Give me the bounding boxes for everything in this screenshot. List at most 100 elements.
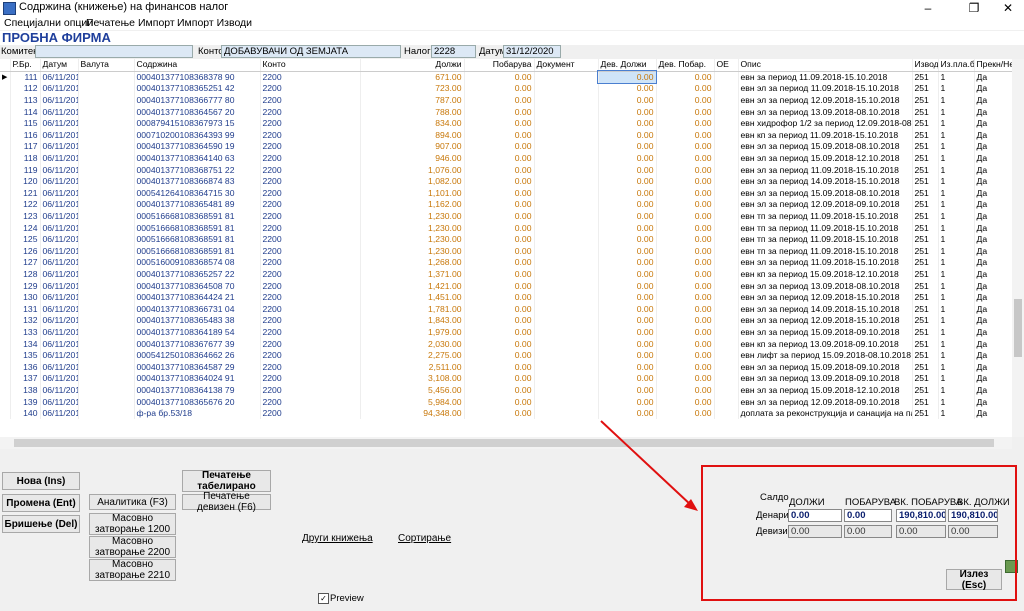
table-cell[interactable]	[714, 384, 739, 397]
table-row[interactable]: 12406/11/2018 000516668108368591 8122001,…	[0, 222, 1012, 234]
table-cell[interactable]	[534, 257, 599, 269]
table-cell[interactable]: евн эл за период 13.09.2018-09.10.2018	[738, 373, 913, 385]
table-cell[interactable]: 3,108.00	[360, 373, 465, 385]
table-cell[interactable]: 0.00	[464, 233, 535, 246]
table-cell[interactable]: 0.00	[598, 384, 657, 397]
konto-field[interactable]: ДОБАВУВАЧИ ОД ЗЕМЈАТА	[221, 45, 401, 58]
table-cell[interactable]: 1,101.00	[360, 187, 465, 200]
table-cell[interactable]: 1	[938, 199, 975, 211]
table-cell[interactable]: Да	[974, 349, 1012, 362]
komitent-field[interactable]	[35, 45, 193, 58]
sorting-link[interactable]: Сортирање	[398, 533, 451, 544]
table-cell[interactable]: 671.00	[360, 71, 465, 84]
table-cell[interactable]: 0.00	[656, 245, 715, 258]
table-cell[interactable]: 2200	[260, 106, 361, 118]
table-cell[interactable]: евн эл за период 11.09.2018-15.10.2018	[738, 257, 913, 269]
table-cell[interactable]	[534, 407, 599, 420]
table-cell[interactable]	[714, 152, 739, 165]
table-cell[interactable]	[534, 117, 599, 130]
table-cell[interactable]: Да	[974, 396, 1012, 408]
table-cell[interactable]: 251	[912, 210, 939, 223]
mass-close-2200-button[interactable]: Масовно затворање 2200	[89, 536, 176, 558]
table-cell[interactable]: евн тп за период 11.09.2018-15.10.2018	[738, 233, 913, 246]
table-cell[interactable]: 0.00	[464, 291, 535, 304]
table-cell[interactable]: 251	[912, 326, 939, 339]
table-cell[interactable]: 1,230.00	[360, 210, 465, 223]
table-cell[interactable]: евн тп за период 11.09.2018-15.10.2018	[738, 210, 913, 223]
table-cell[interactable]: 0.00	[464, 94, 535, 107]
table-cell[interactable]: евн эл за период 13.09.2018-08.10.2018	[738, 106, 913, 118]
table-cell[interactable]: 0.00	[656, 303, 715, 316]
table-cell[interactable]: 0.00	[656, 71, 715, 84]
table-cell[interactable]: 0.00	[464, 303, 535, 316]
col-header[interactable]: Дев. Должи	[598, 59, 657, 72]
table-cell[interactable]: 0.00	[598, 349, 657, 362]
edit-button[interactable]: Промена (Ent)	[2, 494, 80, 512]
table-cell[interactable]	[714, 373, 739, 385]
table-cell[interactable]: 06/11/2018	[40, 152, 79, 165]
table-cell[interactable]: 121	[10, 187, 41, 200]
table-cell[interactable]: 0.00	[598, 291, 657, 304]
table-cell[interactable]	[534, 396, 599, 408]
table-cell[interactable]: 000516668108368591 81	[134, 233, 261, 246]
table-cell[interactable]: 1	[938, 94, 975, 107]
table-row[interactable]: 14006/11/2018ф-ра бр.53/18220094,348.000…	[0, 407, 1012, 420]
table-cell[interactable]: 000401377108365257 22	[134, 268, 261, 281]
table-cell[interactable]	[78, 94, 135, 107]
table-cell[interactable]: 0.00	[656, 164, 715, 176]
table-cell[interactable]: 130	[10, 291, 41, 304]
table-cell[interactable]: 0.00	[598, 141, 657, 153]
table-cell[interactable]: ф-ра бр.53/18	[134, 407, 261, 420]
table-cell[interactable]: 2200	[260, 338, 361, 350]
table-cell[interactable]	[78, 71, 135, 84]
table-cell[interactable]: 06/11/2018	[40, 268, 79, 281]
table-cell[interactable]: 0.00	[656, 407, 715, 420]
table-row[interactable]: 13206/11/2018 000401377108365483 3822001,…	[0, 315, 1012, 327]
col-header[interactable]: Р.Бр.	[10, 59, 41, 72]
table-cell[interactable]: 06/11/2018	[40, 373, 79, 385]
table-cell[interactable]: 06/11/2018	[40, 384, 79, 397]
table-cell[interactable]: 1,979.00	[360, 326, 465, 339]
table-row[interactable]: 12506/11/2018 000516668108368591 8122001,…	[0, 233, 1012, 246]
table-cell[interactable]: 0.00	[464, 175, 535, 188]
table-cell[interactable]: евн кп за период 11.09.2018-15.10.2018	[738, 129, 913, 142]
table-cell[interactable]: 834.00	[360, 117, 465, 130]
table-row[interactable]: 12006/11/2018 000401377108366874 8322001,…	[0, 175, 1012, 188]
table-cell[interactable]: Да	[974, 129, 1012, 142]
table-cell[interactable]: евн эл за период 15.09.2018-12.10.2018	[738, 384, 913, 397]
table-cell[interactable]: 251	[912, 268, 939, 281]
table-cell[interactable]: Да	[974, 71, 1012, 84]
table-cell[interactable]	[78, 141, 135, 153]
table-cell[interactable]: 06/11/2018	[40, 164, 79, 176]
table-cell[interactable]: евн эл за период 12.09.2018-15.10.2018	[738, 291, 913, 304]
table-cell[interactable]	[78, 303, 135, 316]
table-cell[interactable]	[714, 164, 739, 176]
table-cell[interactable]: 1	[938, 141, 975, 153]
table-cell[interactable]	[714, 396, 739, 408]
table-cell[interactable]: евн эл за период 11.09.2018-15.10.2018	[738, 164, 913, 176]
table-cell[interactable]: 2200	[260, 257, 361, 269]
table-cell[interactable]: 0.00	[464, 349, 535, 362]
table-cell[interactable]: 2,030.00	[360, 338, 465, 350]
table-cell[interactable]: 1	[938, 361, 975, 374]
table-cell[interactable]	[534, 106, 599, 118]
table-row[interactable]: 11706/11/2018 000401377108364590 19220090…	[0, 141, 1012, 153]
table-cell[interactable]: 0.00	[598, 407, 657, 420]
table-cell[interactable]: 136	[10, 361, 41, 374]
table-cell[interactable]	[534, 268, 599, 281]
table-cell[interactable]: 0.00	[464, 407, 535, 420]
table-cell[interactable]: 1	[938, 129, 975, 142]
col-header[interactable]: Датум	[40, 59, 79, 72]
col-header[interactable]: Валута	[78, 59, 135, 72]
table-cell[interactable]: 0.00	[598, 129, 657, 142]
table-cell[interactable]: евн эл за период 14.09.2018-15.10.2018	[738, 175, 913, 188]
table-cell[interactable]	[78, 129, 135, 142]
table-cell[interactable]: 251	[912, 106, 939, 118]
table-cell[interactable]: 000401377108364024 91	[134, 373, 261, 385]
table-cell[interactable]: 000401377108368378 90	[134, 71, 261, 84]
table-cell[interactable]	[714, 245, 739, 258]
table-cell[interactable]: 1	[938, 175, 975, 188]
table-cell[interactable]: 125	[10, 233, 41, 246]
table-cell[interactable]: 1,268.00	[360, 257, 465, 269]
table-cell[interactable]: 06/11/2018	[40, 245, 79, 258]
